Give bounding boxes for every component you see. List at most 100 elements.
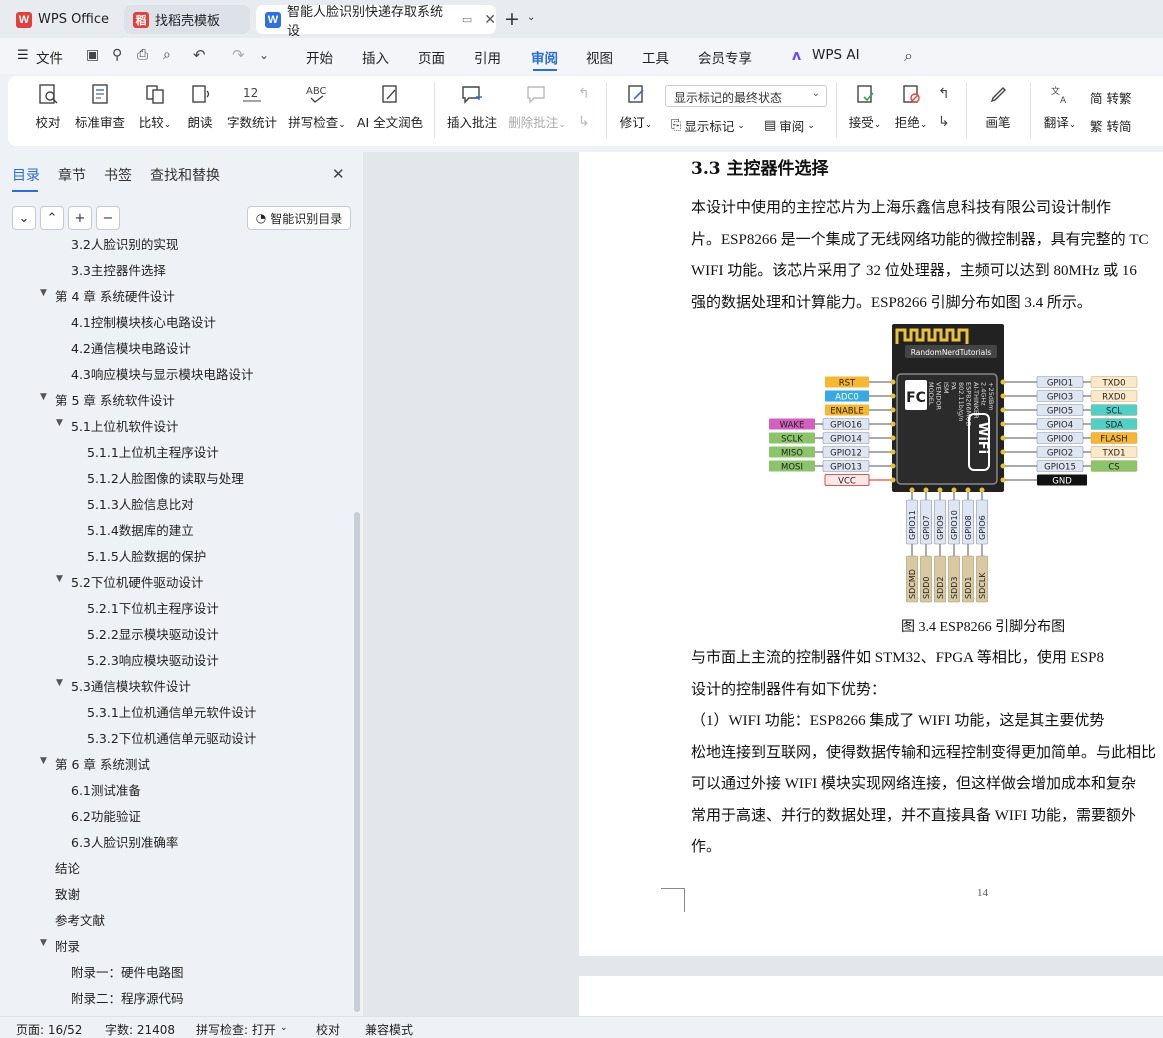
proofread-status[interactable]: 校对 bbox=[316, 1021, 340, 1038]
tab-toc[interactable]: 目录 bbox=[12, 165, 40, 185]
expand-arrow-icon[interactable]: ▼ bbox=[40, 392, 47, 402]
new-tab-icon[interactable]: + bbox=[504, 8, 520, 30]
toc-item[interactable]: 5.2.1下位机主程序设计 bbox=[87, 598, 219, 617]
spell-check-status[interactable]: 拼写检查: 打开 bbox=[196, 1021, 276, 1038]
previous-comment-icon[interactable]: ↰ bbox=[578, 86, 590, 102]
menu-insert[interactable]: 插入 bbox=[362, 47, 389, 67]
toc-item[interactable]: 致谢 bbox=[55, 884, 80, 903]
toc-scrollbar[interactable] bbox=[354, 512, 360, 1012]
toc-item[interactable]: ▼ 第 5 章 系统软件设计 bbox=[40, 390, 175, 409]
toc-item[interactable]: 5.1.5人脸数据的保护 bbox=[87, 546, 206, 565]
remove-heading-button[interactable]: − bbox=[96, 206, 120, 230]
tab-find-replace[interactable]: 查找和替换 bbox=[150, 165, 220, 185]
toc-item[interactable]: 3.2人脸识别的实现 bbox=[71, 238, 178, 253]
toc-item[interactable]: 6.3人脸识别准确率 bbox=[71, 832, 178, 851]
expand-arrow-icon[interactable]: ▼ bbox=[56, 678, 63, 688]
toc-item[interactable]: ▼ 5.1上位机软件设计 bbox=[56, 416, 178, 435]
collapse-down-button[interactable]: ⌄ bbox=[12, 206, 36, 230]
tab-wps-office[interactable]: W WPS Office bbox=[7, 5, 119, 34]
toc-item[interactable]: ▼ 第 4 章 系统硬件设计 bbox=[40, 286, 175, 305]
toc-item[interactable]: 5.1.1上位机主程序设计 bbox=[87, 442, 219, 461]
collapse-up-button[interactable]: ⌃ bbox=[40, 206, 64, 230]
to-simplified-button[interactable]: 繁 转简 bbox=[1090, 116, 1131, 135]
tab-bookmarks[interactable]: 书签 bbox=[104, 165, 132, 185]
redo-icon[interactable]: ↷ bbox=[232, 46, 245, 64]
toc-item[interactable]: ▼ 附录 bbox=[40, 936, 80, 955]
expand-arrow-icon[interactable]: ▼ bbox=[40, 288, 47, 298]
expand-arrow-icon[interactable]: ▼ bbox=[56, 574, 63, 584]
menu-file[interactable]: 文件 bbox=[36, 47, 63, 67]
menu-page[interactable]: 页面 bbox=[418, 47, 445, 67]
standard-review-button[interactable]: 标准审查 bbox=[74, 82, 126, 131]
word-count[interactable]: 字数: 21408 bbox=[105, 1021, 175, 1038]
ai-polish-button[interactable]: AI 全文润色 bbox=[356, 82, 424, 131]
chevron-down-icon[interactable]: ⌄ bbox=[527, 12, 535, 23]
toc-item[interactable]: 5.1.2人脸图像的读取与处理 bbox=[87, 468, 244, 487]
toc-item[interactable]: 6.1测试准备 bbox=[71, 780, 141, 799]
accept-button[interactable]: 接受⌄ bbox=[846, 82, 884, 131]
expand-arrow-icon[interactable]: ▼ bbox=[40, 938, 47, 948]
expand-arrow-icon[interactable]: ▼ bbox=[40, 756, 47, 766]
close-tab-icon[interactable]: ✕ bbox=[484, 12, 496, 28]
tab-template[interactable]: 稻 找稻壳模板 bbox=[124, 5, 250, 34]
add-heading-button[interactable]: + bbox=[68, 206, 92, 230]
undo-icon[interactable]: ↶ bbox=[193, 46, 206, 64]
toc-item[interactable]: ▼ 5.3通信模块软件设计 bbox=[56, 676, 191, 695]
toc-item[interactable]: 3.3主控器件选择 bbox=[71, 260, 166, 279]
read-aloud-button[interactable]: 朗读 bbox=[184, 82, 216, 131]
show-markup-button[interactable]: ⎘ 显示标记 ⌄ bbox=[671, 116, 745, 135]
toc-item[interactable]: 5.3.1上位机通信单元软件设计 bbox=[87, 702, 256, 721]
close-pane-icon[interactable]: ✕ bbox=[332, 165, 345, 183]
toc-item[interactable]: 4.3响应模块与显示模块电路设计 bbox=[71, 364, 253, 383]
toc-item[interactable]: 6.2功能验证 bbox=[71, 806, 141, 825]
print-preview-icon[interactable]: ⌕ bbox=[163, 47, 171, 63]
expand-arrow-icon[interactable]: ▼ bbox=[56, 418, 63, 428]
review-pane-button[interactable]: ▤ 审阅 ⌄ bbox=[764, 116, 815, 135]
more-icon[interactable]: ⌄ bbox=[259, 48, 269, 62]
menu-reference[interactable]: 引用 bbox=[474, 47, 501, 67]
menu-review[interactable]: 审阅 bbox=[531, 47, 558, 67]
tab-chapters[interactable]: 章节 bbox=[58, 165, 86, 185]
previous-change-icon[interactable]: ↰ bbox=[938, 86, 950, 102]
toc-item[interactable]: 4.1控制模块核心电路设计 bbox=[71, 312, 216, 331]
toc-item[interactable]: 5.1.3人脸信息比对 bbox=[87, 494, 194, 513]
search-icon[interactable]: ⌕ bbox=[904, 46, 913, 66]
next-change-icon[interactable]: ↳ bbox=[938, 114, 950, 130]
insert-comment-button[interactable]: 插入批注 bbox=[446, 82, 498, 131]
menu-member[interactable]: 会员专享 bbox=[698, 47, 752, 67]
toc-item[interactable]: 结论 bbox=[55, 858, 80, 877]
to-traditional-button[interactable]: 简 转繁 bbox=[1090, 88, 1131, 107]
hamburger-icon[interactable]: ☰ bbox=[17, 48, 29, 63]
toc-item[interactable]: 附录一：硬件电路图 bbox=[71, 962, 184, 981]
toc-item[interactable]: 参考文献 bbox=[55, 910, 105, 929]
toc-item[interactable]: 5.2.2显示模块驱动设计 bbox=[87, 624, 219, 643]
menu-tools[interactable]: 工具 bbox=[642, 47, 669, 67]
toc-item[interactable]: ▼ 5.2下位机硬件驱动设计 bbox=[56, 572, 203, 591]
menu-view[interactable]: 视图 bbox=[586, 47, 613, 67]
spell-check-button[interactable]: ABC 拼写检查⌄ bbox=[286, 82, 348, 131]
proofread-button[interactable]: 校对 bbox=[32, 82, 64, 131]
print-icon[interactable]: ⎙ bbox=[137, 47, 148, 63]
toc-item[interactable]: ▼ 第 6 章 系统测试 bbox=[40, 754, 150, 773]
translate-button[interactable]: 文A 翻译⌄ bbox=[1040, 82, 1080, 131]
save-icon[interactable]: ▣ bbox=[86, 47, 99, 63]
track-changes-button[interactable]: 修订⌄ bbox=[616, 82, 656, 131]
toc-item[interactable]: 5.2.3响应模块驱动设计 bbox=[87, 650, 219, 669]
toc-item[interactable]: 附录二：程序源代码 bbox=[71, 988, 184, 1007]
pen-button[interactable]: 画笔 bbox=[982, 82, 1014, 131]
word-count-button[interactable]: 12 字数统计 bbox=[226, 82, 278, 131]
reject-button[interactable]: 拒绝⌄ bbox=[892, 82, 930, 131]
menu-start[interactable]: 开始 bbox=[306, 47, 333, 67]
toc-item[interactable]: 5.1.4数据库的建立 bbox=[87, 520, 194, 539]
toc-item[interactable]: 4.2通信模块电路设计 bbox=[71, 338, 191, 357]
delete-comment-button[interactable]: 删除批注⌄ bbox=[506, 82, 568, 131]
monitor-icon[interactable]: ▭ bbox=[462, 13, 472, 26]
tab-document[interactable]: W 智能人脸识别快递存取系统设 ▭ ✕ bbox=[256, 5, 496, 39]
page-indicator[interactable]: 页面: 16/52 bbox=[16, 1021, 82, 1038]
smart-toc-button[interactable]: ◔ 智能识别目录 bbox=[247, 206, 351, 230]
menu-wps-ai[interactable]: WPS AI bbox=[812, 47, 860, 63]
share-icon[interactable]: ⚲ bbox=[112, 47, 122, 63]
compare-button[interactable]: 比较⌄ bbox=[134, 82, 176, 131]
toc-item[interactable]: 5.3.2下位机通信单元驱动设计 bbox=[87, 728, 256, 747]
markup-mode-select[interactable]: 显示标记的最终状态 ⌄ bbox=[665, 85, 827, 107]
